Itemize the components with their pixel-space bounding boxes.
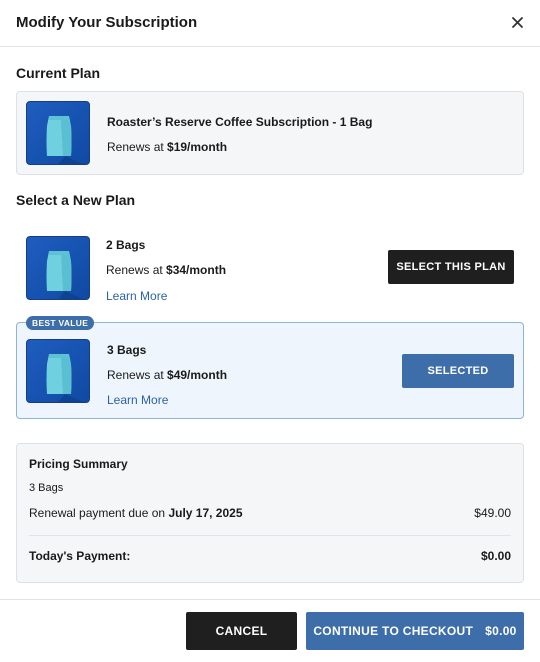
renewal-date: July 17, 2025: [168, 506, 243, 520]
plan-name: 3 Bags: [107, 343, 147, 357]
current-plan-name: Roaster’s Reserve Coffee Subscription - …: [107, 115, 373, 129]
best-value-badge: BEST VALUE: [26, 316, 95, 330]
learn-more-link[interactable]: Learn More: [106, 289, 167, 303]
learn-more-link[interactable]: Learn More: [107, 393, 168, 407]
checkout-amount: $0.00: [485, 624, 517, 638]
checkout-label: CONTINUE TO CHECKOUT: [313, 624, 474, 638]
cancel-button[interactable]: CANCEL: [186, 612, 297, 650]
renewal-amount: $49.00: [474, 506, 511, 520]
product-image: [26, 236, 90, 300]
plan-option-2-bags: 2 Bags Renews at $34/month Learn More SE…: [16, 226, 524, 310]
today-payment-label: Today's Payment:: [29, 549, 131, 563]
footer-divider: [0, 599, 540, 600]
new-plan-heading: Select a New Plan: [16, 192, 136, 208]
plan-renewal: Renews at $49/month: [107, 368, 228, 382]
today-payment-amount: $0.00: [480, 549, 511, 563]
coffee-bag-icon: [46, 116, 83, 164]
current-plan-heading: Current Plan: [16, 65, 101, 81]
select-plan-button[interactable]: SELECT THIS PLAN: [388, 250, 514, 284]
summary-title: Pricing Summary: [29, 457, 128, 471]
close-icon: [512, 17, 523, 28]
plan-price: $34/month: [166, 263, 227, 277]
close-button[interactable]: [510, 12, 526, 32]
renewal-label: Renewal payment due on July 17, 2025: [29, 506, 243, 520]
modal-title: Modify Your Subscription: [16, 14, 198, 31]
summary-plan: 3 Bags: [29, 482, 64, 494]
product-image: [26, 101, 90, 165]
coffee-bag-icon: [46, 251, 83, 299]
plan-renewal: Renews at $34/month: [106, 263, 227, 277]
plan-price: $49/month: [167, 368, 228, 382]
continue-to-checkout-button[interactable]: CONTINUE TO CHECKOUT $0.00: [306, 612, 524, 650]
pricing-summary: Pricing Summary 3 Bags Renewal payment d…: [16, 443, 524, 583]
current-plan-card: Roaster’s Reserve Coffee Subscription - …: [16, 91, 524, 175]
selected-plan-button[interactable]: SELECTED: [402, 354, 514, 388]
plan-name: 2 Bags: [106, 238, 146, 252]
plan-option-3-bags[interactable]: 3 Bags Renews at $49/month Learn More SE…: [16, 322, 524, 419]
current-plan-renewal: Renews at $19/month: [107, 140, 228, 154]
product-image: [26, 339, 90, 403]
modal-header: Modify Your Subscription: [0, 0, 540, 47]
current-plan-price: $19/month: [167, 140, 228, 154]
coffee-bag-icon: [46, 354, 83, 402]
summary-divider: [29, 535, 511, 536]
